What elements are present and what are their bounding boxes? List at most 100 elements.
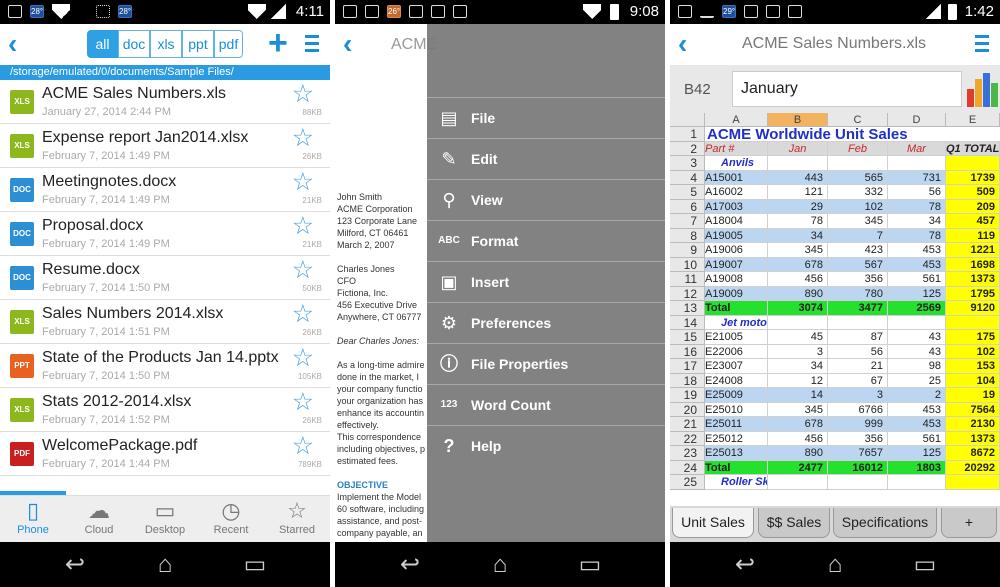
cell-e22[interactable]: 1373: [946, 431, 1000, 446]
cell-d12[interactable]: 125: [888, 286, 946, 301]
nav-back-icon[interactable]: ↩: [55, 552, 95, 578]
cell-e25[interactable]: [946, 475, 1000, 490]
cell-e14[interactable]: [946, 315, 1000, 330]
cell-d9[interactable]: 453: [888, 243, 946, 258]
cell-d20[interactable]: 453: [888, 402, 946, 417]
cell-e24[interactable]: 20292: [946, 460, 1000, 475]
row-header[interactable]: 14: [670, 315, 705, 330]
cell-b7[interactable]: 78: [768, 214, 828, 229]
cell-b11[interactable]: 456: [768, 272, 828, 287]
menu-item-view[interactable]: ⚲ View: [427, 179, 665, 220]
cell-b22[interactable]: 456: [768, 431, 828, 446]
cell-a4[interactable]: A15001: [705, 170, 768, 185]
cell-d14[interactable]: [888, 315, 946, 330]
cell-d3[interactable]: [888, 156, 946, 171]
sheet-tab-unit-sales[interactable]: Unit Sales: [672, 508, 754, 538]
cell-b14[interactable]: [768, 315, 828, 330]
cell-b16[interactable]: 3: [768, 344, 828, 359]
nav-home-icon[interactable]: ⌂: [815, 552, 855, 578]
cell-e10[interactable]: 1698: [946, 257, 1000, 272]
cell-c23[interactable]: 7657: [828, 446, 888, 461]
menu-item-file-properties[interactable]: ⓘ File Properties: [427, 343, 665, 384]
cell-a24[interactable]: Total: [705, 460, 768, 475]
cell-b24[interactable]: 2477: [768, 460, 828, 475]
cell-b4[interactable]: 443: [768, 170, 828, 185]
cell-e13[interactable]: 9120: [946, 301, 1000, 316]
row-header[interactable]: 9: [670, 243, 705, 258]
file-row[interactable]: PPT State of the Products Jan 14.pptx Febr…: [0, 344, 330, 388]
menu-item-help[interactable]: ? Help: [427, 425, 665, 466]
cell-d25[interactable]: [888, 475, 946, 490]
sheet-tab--sales[interactable]: $$ Sales: [758, 508, 830, 538]
cell-c2[interactable]: Feb: [828, 141, 888, 156]
cell-b5[interactable]: 121: [768, 185, 828, 200]
cell-b12[interactable]: 890: [768, 286, 828, 301]
row-header[interactable]: 10: [670, 257, 705, 272]
cell-b3[interactable]: [768, 156, 828, 171]
filter-xls[interactable]: xls: [150, 30, 182, 58]
cell-a6[interactable]: A17003: [705, 199, 768, 214]
cell-d11[interactable]: 561: [888, 272, 946, 287]
file-row[interactable]: DOC Proposal.docx February 7, 2014 1:49 PM…: [0, 212, 330, 256]
row-header[interactable]: 13: [670, 301, 705, 316]
cell-a17[interactable]: E23007: [705, 359, 768, 374]
cell-c13[interactable]: 3477: [828, 301, 888, 316]
cell-a3[interactable]: Anvils: [705, 156, 768, 171]
column-header[interactable]: E: [946, 113, 1000, 127]
cell-a7[interactable]: A18004: [705, 214, 768, 229]
cell-b21[interactable]: 678: [768, 417, 828, 432]
cell-c18[interactable]: 67: [828, 373, 888, 388]
file-row[interactable]: PDF WelcomePackage.pdf February 7, 2014 1:…: [0, 432, 330, 476]
cell-a5[interactable]: A16002: [705, 185, 768, 200]
back-icon[interactable]: ‹: [343, 30, 352, 58]
cell-a18[interactable]: E24008: [705, 373, 768, 388]
cell-c20[interactable]: 6766: [828, 402, 888, 417]
cell-e18[interactable]: 104: [946, 373, 1000, 388]
cell-e8[interactable]: 119: [946, 228, 1000, 243]
file-row[interactable]: XLS Stats 2012-2014.xlsx February 7, 2014 …: [0, 388, 330, 432]
spreadsheet-grid[interactable]: A B C D E 1 ACME Worldwide Unit Sales 2 Part # Ja…: [670, 113, 1000, 506]
cell-c16[interactable]: 56: [828, 344, 888, 359]
cell-b10[interactable]: 678: [768, 257, 828, 272]
cell-a14[interactable]: Jet motors: [705, 315, 768, 330]
cell-d10[interactable]: 453: [888, 257, 946, 272]
cell-e5[interactable]: 509: [946, 185, 1000, 200]
star-icon[interactable]: ☆: [292, 258, 314, 283]
star-icon[interactable]: ☆: [292, 126, 314, 151]
cell-c5[interactable]: 332: [828, 185, 888, 200]
cell-e19[interactable]: 19: [946, 388, 1000, 403]
column-header[interactable]: B: [768, 113, 828, 127]
cell-d15[interactable]: 43: [888, 330, 946, 345]
back-icon[interactable]: ‹: [8, 30, 17, 58]
nav-recents-icon[interactable]: ▭: [905, 552, 945, 578]
cell-d23[interactable]: 125: [888, 446, 946, 461]
menu-item-word-count[interactable]: 123 Word Count: [427, 384, 665, 425]
cell-e11[interactable]: 1373: [946, 272, 1000, 287]
cell-a23[interactable]: E25013: [705, 446, 768, 461]
tab-cloud[interactable]: ☁ Cloud: [66, 496, 132, 543]
cell-a8[interactable]: A19005: [705, 228, 768, 243]
row-header[interactable]: 15: [670, 330, 705, 345]
star-icon[interactable]: ☆: [292, 434, 314, 459]
cell-a13[interactable]: Total: [705, 301, 768, 316]
filter-ppt[interactable]: ppt: [182, 30, 214, 58]
cell-e6[interactable]: 209: [946, 199, 1000, 214]
cell-b6[interactable]: 29: [768, 199, 828, 214]
cell-b17[interactable]: 34: [768, 359, 828, 374]
cell-c12[interactable]: 780: [828, 286, 888, 301]
cell-c8[interactable]: 7: [828, 228, 888, 243]
row-header[interactable]: 2: [670, 141, 705, 156]
cell-e2[interactable]: Q1 TOTAL: [946, 141, 1000, 156]
file-row[interactable]: XLS ACME Sales Numbers.xls January 27, 201…: [0, 80, 330, 124]
cell-b8[interactable]: 34: [768, 228, 828, 243]
cell-c24[interactable]: 16012: [828, 460, 888, 475]
cell-c17[interactable]: 21: [828, 359, 888, 374]
menu-icon[interactable]: [305, 35, 319, 53]
cell-d21[interactable]: 453: [888, 417, 946, 432]
star-icon[interactable]: ☆: [292, 170, 314, 195]
formula-input[interactable]: January: [732, 71, 962, 107]
row-header[interactable]: 20: [670, 402, 705, 417]
nav-recents-icon[interactable]: ▭: [570, 552, 610, 578]
filter-doc[interactable]: doc: [118, 30, 150, 58]
nav-home-icon[interactable]: ⌂: [480, 552, 520, 578]
